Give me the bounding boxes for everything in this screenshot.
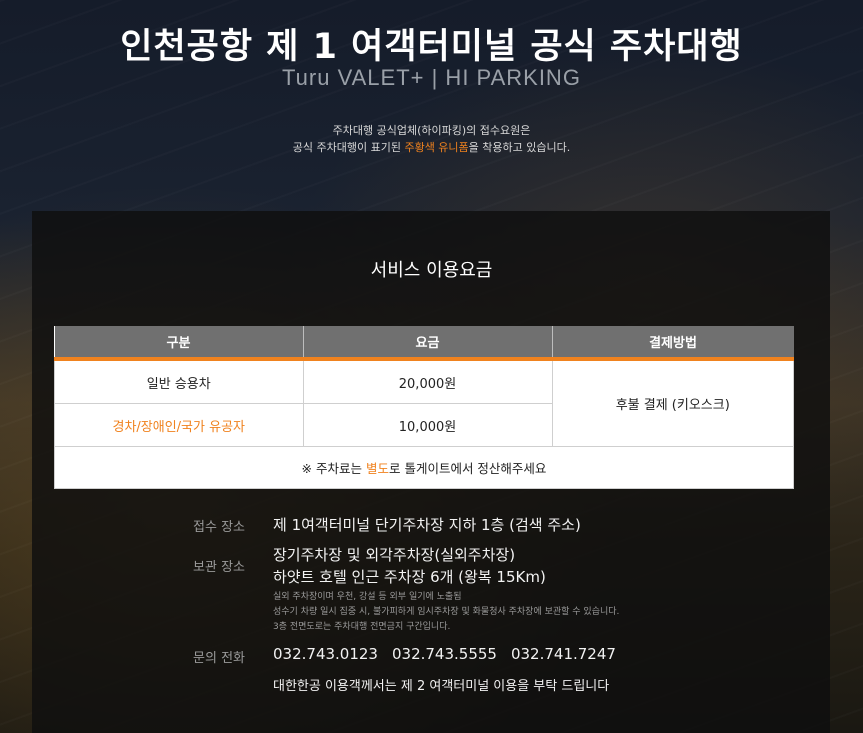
phone-number[interactable]: 032.743.0123	[273, 645, 378, 663]
table-note-row: ※ 주차료는 별도로 톨게이트에서 정산해주세요	[54, 446, 794, 489]
phone-number[interactable]: 032.743.5555	[392, 645, 497, 663]
storage-note-2: 성수기 차량 일시 집중 시, 불가피하게 임시주차장 및 화물청사 주차장에 …	[273, 607, 620, 617]
brand-subtitle: Turu VALET+ | HI PARKING	[282, 65, 581, 90]
storage-label: 보관 장소	[193, 560, 245, 575]
table-header-row: 구분 요금 결제방법	[54, 326, 794, 361]
storage-line-1: 장기주차장 및 외각주차장(실외주차장)	[273, 546, 516, 564]
pricing-table: 구분 요금 결제방법 일반 승용차 20,000원 후불 결제 (키오스크) 경…	[54, 326, 794, 489]
column-header-category: 구분	[54, 326, 303, 361]
notice-text-end: 을 착용하고 있습니다.	[468, 141, 571, 154]
row-fee: 10,000원	[302, 403, 553, 447]
column-header-fee: 요금	[302, 326, 552, 361]
reception-label: 접수 장소	[193, 520, 245, 535]
storage-line-2: 하얏트 호텔 인근 주차장 6개 (왕복 15Km)	[273, 568, 546, 586]
note-text: ※ 주차료는	[301, 461, 366, 476]
notice-line-2: 공식 주차대행이 표기된 주황색 유니폼을 착용하고 있습니다.	[0, 139, 863, 156]
note-highlight: 별도	[365, 461, 389, 476]
reception-value: 제 1여객터미널 단기주차장 지하 1층 (검색 주소)	[273, 516, 581, 534]
payment-method: 후불 결제 (키오스크)	[551, 358, 794, 447]
notice-line-1: 주차대행 공식업체(하이파킹)의 접수요원은	[332, 124, 531, 137]
row-fee: 20,000원	[302, 358, 553, 404]
note-text-end: 로 톨게이트에서 정산해주세요	[388, 461, 547, 476]
uniform-notice: 주차대행 공식업체(하이파킹)의 접수요원은 공식 주차대행이 표기된 주황색 …	[0, 122, 863, 156]
row-category: 일반 승용차	[54, 358, 304, 404]
page-title: 인천공항 제 1 여객터미널 공식 주차대행	[120, 27, 743, 67]
notice-text: 공식 주차대행이 표기된	[292, 141, 405, 154]
contact-label: 문의 전화	[193, 651, 245, 666]
phone-number[interactable]: 032.741.7247	[511, 645, 616, 663]
row-category: 경차/장애인/국가 유공자	[54, 403, 304, 447]
storage-note-1: 실외 주차장이며 우천, 강설 등 외부 일기에 노출됨	[273, 592, 462, 602]
storage-note-3: 3층 전면도로는 주차대행 전면금지 구간입니다.	[273, 622, 451, 632]
table-row: 일반 승용차 20,000원 후불 결제 (키오스크)	[54, 358, 794, 447]
column-header-payment: 결제방법	[551, 326, 794, 361]
parking-fee-note: ※ 주차료는 별도로 톨게이트에서 정산해주세요	[54, 446, 794, 489]
notice-highlight: 주황색 유니폼	[404, 141, 469, 154]
section-title: 서비스 이용요금	[370, 260, 493, 281]
phone-numbers: 032.743.0123 032.743.5555 032.741.7247	[273, 645, 630, 663]
korean-air-notice: 대한한공 이용객께서는 제 2 여객터미널 이용을 부탁 드립니다	[273, 679, 610, 694]
